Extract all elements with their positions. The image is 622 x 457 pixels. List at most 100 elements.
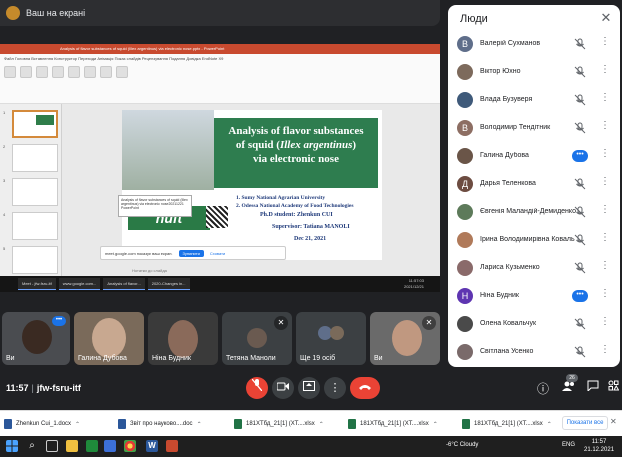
people-button[interactable]	[560, 380, 578, 394]
download-item[interactable]: 181ХТбд_21[1] (ХТ....xlsx ⌃	[234, 416, 324, 432]
tile-name: Тетяна Маноли	[226, 355, 276, 362]
layout-icon	[36, 66, 48, 78]
people-list-item[interactable]: Євгенія Маландій-Демиденко ⋮	[448, 199, 620, 227]
app-icon[interactable]	[104, 440, 116, 452]
shapes-icon	[84, 66, 96, 78]
mic-off-icon[interactable]	[574, 178, 586, 190]
download-item[interactable]: 181ХТбд_21[1] (ХТ....xlsx ⌃	[462, 416, 552, 432]
file-icon	[234, 419, 242, 429]
more-participants-tile[interactable]: Ще 19 осіб	[296, 312, 366, 365]
app-icon[interactable]	[86, 440, 98, 452]
participant-tile[interactable]: ••• Ви	[2, 312, 70, 365]
people-list-item[interactable]: Олена Ковальчук ⋮	[448, 311, 620, 339]
mic-off-icon[interactable]	[574, 262, 586, 274]
taskbar-clock[interactable]: 11:57 21.12.2021	[584, 438, 614, 454]
more-options-icon[interactable]: ⋮	[600, 64, 610, 75]
more-options-icon[interactable]: ⋮	[600, 260, 610, 271]
file-icon	[118, 419, 126, 429]
chevron-up-icon[interactable]: ⌃	[319, 421, 324, 428]
more-options-icon[interactable]: ⋮	[600, 176, 610, 187]
mic-off-icon[interactable]	[574, 318, 586, 330]
more-options-icon[interactable]: ⋮	[600, 204, 610, 215]
avatar: Н	[457, 288, 473, 304]
stop-sharing-button[interactable]: Зупинити	[178, 249, 204, 257]
more-options-icon[interactable]: ⋮	[600, 36, 610, 47]
student-line: Ph.D student: Zhenkun CUI	[260, 212, 333, 218]
camera-toggle-button[interactable]	[272, 377, 294, 399]
more-options-icon[interactable]: ⋮	[600, 92, 610, 103]
language-indicator[interactable]: ENG	[562, 442, 575, 448]
more-options-icon[interactable]: •••	[52, 316, 66, 326]
mic-off-icon[interactable]	[574, 66, 586, 78]
participant-tile[interactable]: Галина Дубова	[74, 312, 144, 365]
download-item[interactable]: Звіт про науково....doc ⌃	[118, 416, 202, 432]
more-options-button[interactable]: ⋮	[324, 377, 346, 399]
leave-call-button[interactable]	[350, 377, 380, 399]
people-list-item[interactable]: Ірина Володимирівна Коваль ⋮	[448, 227, 620, 255]
more-options-icon[interactable]: ⋮	[600, 120, 610, 131]
download-item[interactable]: Zhenkun Cui_1.docx ⌃	[4, 416, 80, 432]
avatar	[247, 328, 267, 348]
avatar	[168, 320, 198, 358]
mic-off-icon[interactable]	[574, 94, 586, 106]
people-list-item[interactable]: Влада Бузуверя ⋮	[448, 87, 620, 115]
more-options-icon[interactable]: ⋮	[600, 316, 610, 327]
file-explorer-icon[interactable]	[66, 440, 78, 452]
more-options-icon[interactable]: ⋮	[600, 288, 610, 299]
end-call-icon	[359, 385, 371, 390]
mic-off-icon[interactable]	[574, 346, 586, 358]
present-button[interactable]	[298, 377, 320, 399]
chevron-up-icon[interactable]: ⌃	[197, 421, 202, 428]
people-list-item[interactable]: Галина Дубова ••• ⋮	[448, 143, 620, 171]
more-options-icon[interactable]: ⋮	[600, 148, 610, 159]
close-icon[interactable]: ✕	[610, 417, 617, 426]
presenting-banner: Ваш на екрані	[0, 0, 440, 26]
hide-notice-button[interactable]: Сховати	[210, 251, 225, 256]
download-filename: 181ХТбд_21[1] (ХТ....xlsx	[360, 421, 429, 427]
avatar	[92, 318, 126, 358]
shared-task-item: Meet - jfw-fsru-itf	[18, 278, 56, 290]
people-list-item[interactable]: Д Дарья Теленкова ⋮	[448, 171, 620, 199]
people-list-item[interactable]: Світлана Усенко ⋮	[448, 339, 620, 367]
chevron-up-icon[interactable]: ⌃	[547, 421, 552, 428]
show-all-button[interactable]: Показати все	[562, 416, 608, 430]
mic-off-icon[interactable]	[574, 38, 586, 50]
slide-thumbnail	[12, 246, 58, 274]
word-icon[interactable]: W	[146, 440, 158, 452]
people-list-item[interactable]: В Володимир Тендітник ⋮	[448, 115, 620, 143]
title-line: Analysis of flavor substances	[228, 125, 364, 137]
people-panel: Люди ✕ В Валерій Сухманов ⋮ Віктор Юхно ⋮ Вла…	[448, 5, 620, 367]
weather-widget[interactable]: -6°C Cloudy	[446, 442, 478, 448]
more-options-icon[interactable]: ⋮	[600, 344, 610, 355]
tile-name: Галина Дубова	[78, 355, 127, 362]
chevron-up-icon[interactable]: ⌃	[75, 421, 80, 428]
meeting-details-button[interactable]: ⓘ	[534, 380, 552, 397]
task-view-icon[interactable]	[46, 440, 58, 452]
windows-start-icon[interactable]	[6, 440, 18, 452]
search-icon[interactable]: ⌕	[26, 440, 38, 452]
people-list-item[interactable]: В Валерій Сухманов ⋮	[448, 31, 620, 59]
powerpoint-icon[interactable]	[166, 440, 178, 452]
mic-off-icon[interactable]	[574, 122, 586, 134]
activities-button[interactable]	[604, 380, 622, 394]
chat-button[interactable]	[584, 380, 602, 394]
mic-off-icon[interactable]	[574, 234, 586, 246]
speaking-indicator-icon: •••	[572, 150, 588, 162]
mic-off-icon[interactable]	[574, 206, 586, 218]
mic-toggle-button[interactable]	[246, 377, 268, 399]
participant-tile[interactable]: ✕ Ви	[370, 312, 440, 365]
people-list-item[interactable]: Віктор Юхно ⋮	[448, 59, 620, 87]
qr-code	[206, 206, 228, 228]
people-list-item[interactable]: Н Ніна Будник ••• ⋮	[448, 283, 620, 311]
chevron-up-icon[interactable]: ⌃	[433, 421, 438, 428]
tile-name: Ви	[6, 355, 15, 362]
chrome-icon[interactable]	[124, 440, 136, 452]
download-item[interactable]: 181ХТбд_21[1] (ХТ....xlsx ⌃	[348, 416, 438, 432]
participant-tile[interactable]: Ніна Будник	[148, 312, 218, 365]
close-icon[interactable]: ✕	[598, 10, 614, 26]
participant-tile[interactable]: ✕ Тетяна Маноли	[222, 312, 292, 365]
avatar: В	[457, 120, 473, 136]
more-options-icon[interactable]: ⋮	[600, 232, 610, 243]
paragraph-icon	[68, 66, 80, 78]
people-list-item[interactable]: Лариса Кузьменко ⋮	[448, 255, 620, 283]
